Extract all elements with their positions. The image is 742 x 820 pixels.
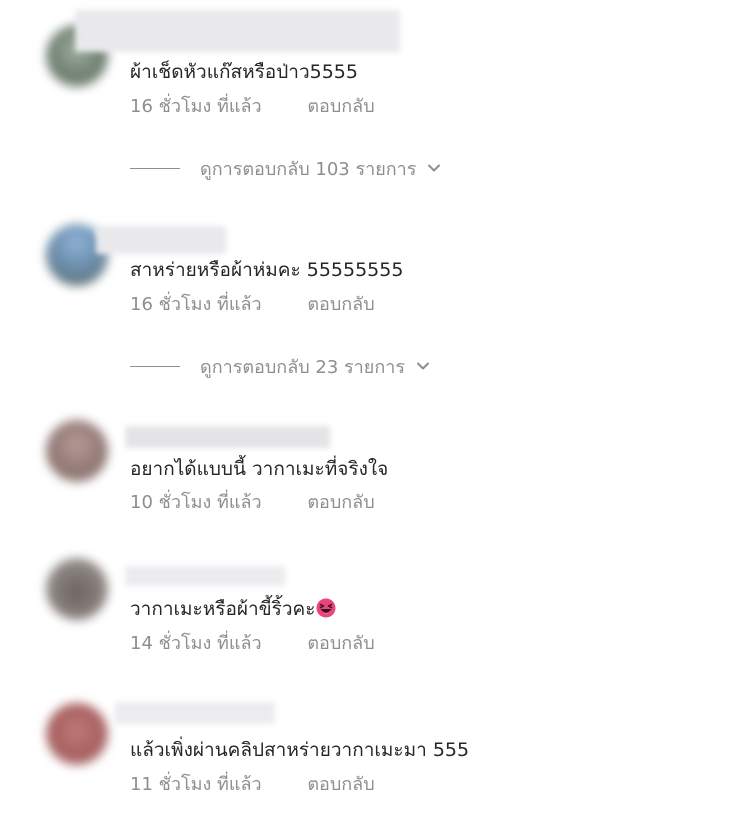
reply-button[interactable]: ตอบกลับ: [307, 96, 374, 118]
comment-timestamp: 16 ชั่วโมง ที่แล้ว: [130, 294, 262, 315]
reply-button[interactable]: ตอบกลับ: [307, 294, 374, 316]
comment-text: วากาเมะหรือผ้าขี้ริ้วคะ: [130, 597, 336, 621]
chevron-down-icon: [417, 362, 429, 370]
username-blurred[interactable]: [75, 10, 400, 52]
comment-meta: 10 ชั่วโมง ที่แล้ว ตอบกลับ: [130, 492, 375, 514]
username-blurred[interactable]: [96, 226, 226, 254]
comment-text-label: วากาเมะหรือผ้าขี้ริ้วคะ: [130, 598, 316, 620]
avatar[interactable]: [46, 558, 108, 620]
chevron-down-icon: [428, 164, 441, 172]
comment-meta: 11 ชั่วโมง ที่แล้ว ตอบกลับ: [130, 774, 375, 796]
comment-text: แล้วเพิ่งผ่านคลิปสาหร่ายวากาเมะมา 555: [130, 739, 470, 761]
divider-line: [130, 167, 180, 169]
view-replies-label: ดูการตอบกลับ 23 รายการ: [200, 356, 405, 378]
comment-timestamp: 14 ชั่วโมง ที่แล้ว: [130, 633, 262, 654]
squinting-laughing-face-emoji: [316, 598, 336, 618]
comment-timestamp: 10 ชั่วโมง ที่แล้ว: [130, 492, 262, 513]
comment-timestamp: 11 ชั่วโมง ที่แล้ว: [130, 774, 262, 795]
username-blurred[interactable]: [125, 426, 330, 448]
comment-text: สาหร่ายหรือผ้าห่มคะ 55555555: [130, 259, 404, 281]
comment-text: ผ้าเช็ดหัวแก๊สหรือป่าว5555: [130, 61, 358, 83]
username-blurred[interactable]: [115, 702, 275, 724]
reply-button[interactable]: ตอบกลับ: [307, 633, 374, 655]
avatar[interactable]: [46, 703, 108, 765]
comment-timestamp: 16 ชั่วโมง ที่แล้ว: [130, 96, 262, 117]
comment-meta: 16 ชั่วโมง ที่แล้ว ตอบกลับ: [130, 294, 375, 316]
divider-line: [130, 365, 180, 367]
view-replies-label: ดูการตอบกลับ 103 รายการ: [200, 158, 417, 180]
reply-button[interactable]: ตอบกลับ: [307, 774, 374, 796]
avatar[interactable]: [46, 420, 108, 482]
comment-meta: 16 ชั่วโมง ที่แล้ว ตอบกลับ: [130, 96, 375, 118]
view-replies-button[interactable]: ดูการตอบกลับ 103 รายการ: [130, 157, 442, 180]
username-blurred[interactable]: [125, 566, 285, 586]
comment-meta: 14 ชั่วโมง ที่แล้ว ตอบกลับ: [130, 633, 375, 655]
view-replies-button[interactable]: ดูการตอบกลับ 23 รายการ: [130, 355, 431, 378]
reply-button[interactable]: ตอบกลับ: [307, 492, 374, 514]
comment-text: อยากได้แบบนี้ วากาเมะที่จริงใจ: [130, 458, 389, 480]
